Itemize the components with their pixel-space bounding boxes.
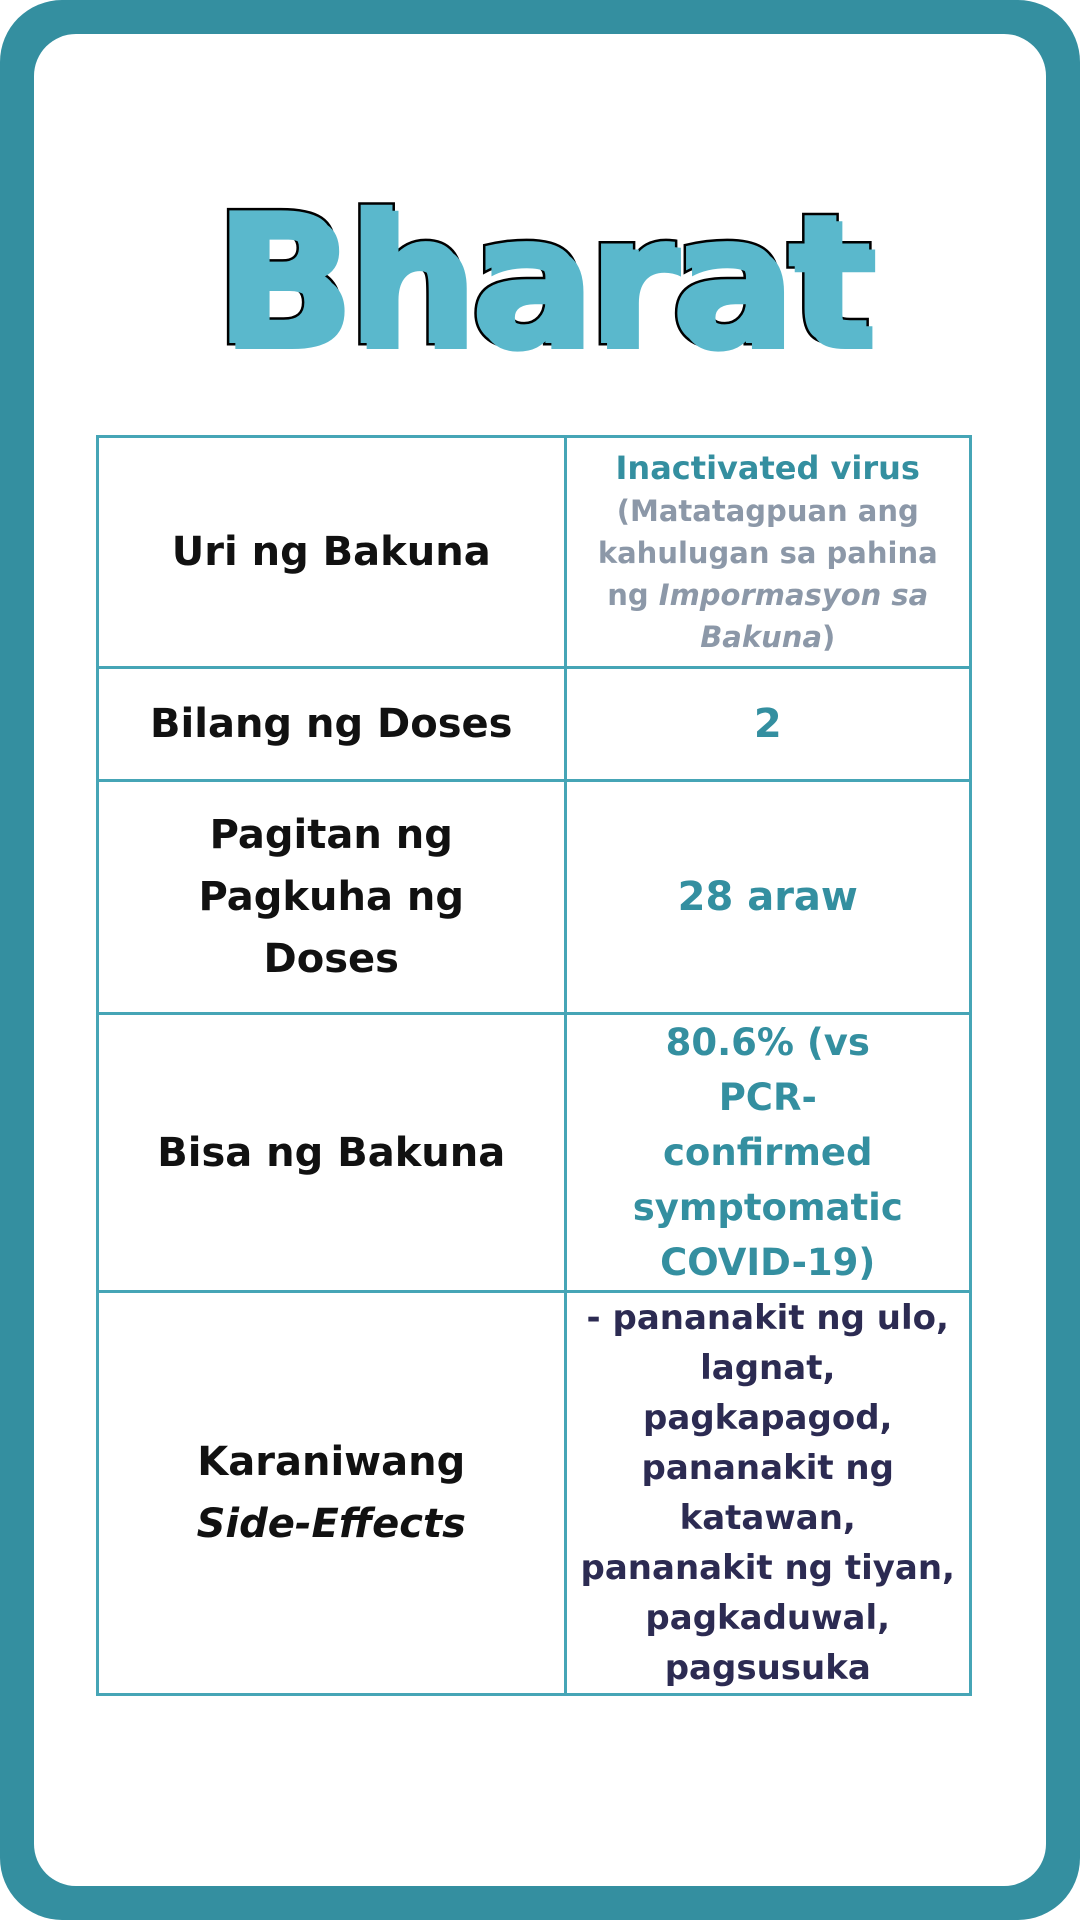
vaccine-type-text: Inactivated virus: [615, 449, 920, 487]
label-vaccine-type: Uri ng Bakuna: [96, 435, 567, 669]
vaccine-title: Bharat: [210, 172, 876, 389]
note-italic-text: Impormasyon sa Bakuna: [658, 578, 929, 654]
table-row-doses: Bilang ng Doses 2: [96, 666, 972, 782]
label-efficacy: Bisa ng Bakuna: [96, 1012, 567, 1293]
label-side-effects-line1: Karaniwang: [197, 1439, 466, 1485]
label-side-effects: Karaniwang Side-Effects: [96, 1290, 567, 1696]
label-dose-interval: Pagitan ng Pagkuha ng Doses: [96, 779, 567, 1015]
table-row-side-effects: Karaniwang Side-Effects - pananakit ng u…: [96, 1290, 972, 1696]
table-row-efficacy: Bisa ng Bakuna 80.6% (vs PCR-confirmed s…: [96, 1012, 972, 1293]
note-close: ): [822, 620, 836, 654]
value-vaccine-type: Inactivated virus (Matatagpuan ang kahul…: [563, 435, 972, 669]
vaccine-info-table: Uri ng Bakuna Inactivated virus (Matatag…: [96, 435, 972, 1696]
vaccine-type-note: (Matatagpuan ang kahulugan sa pahina ng …: [581, 490, 956, 658]
label-side-effects-line2: Side-Effects: [196, 1501, 466, 1547]
value-dose-interval: 28 araw: [563, 779, 972, 1015]
value-doses: 2: [563, 666, 972, 782]
label-doses: Bilang ng Doses: [96, 666, 567, 782]
value-efficacy: 80.6% (vs PCR-confirmed symptomatic COVI…: [563, 1012, 972, 1293]
table-row-vaccine-type: Uri ng Bakuna Inactivated virus (Matatag…: [96, 435, 972, 669]
value-side-effects: - pananakit ng ulo, lagnat, pagkapagod, …: [563, 1290, 972, 1696]
table-row-dose-interval: Pagitan ng Pagkuha ng Doses 28 araw: [96, 779, 972, 1015]
